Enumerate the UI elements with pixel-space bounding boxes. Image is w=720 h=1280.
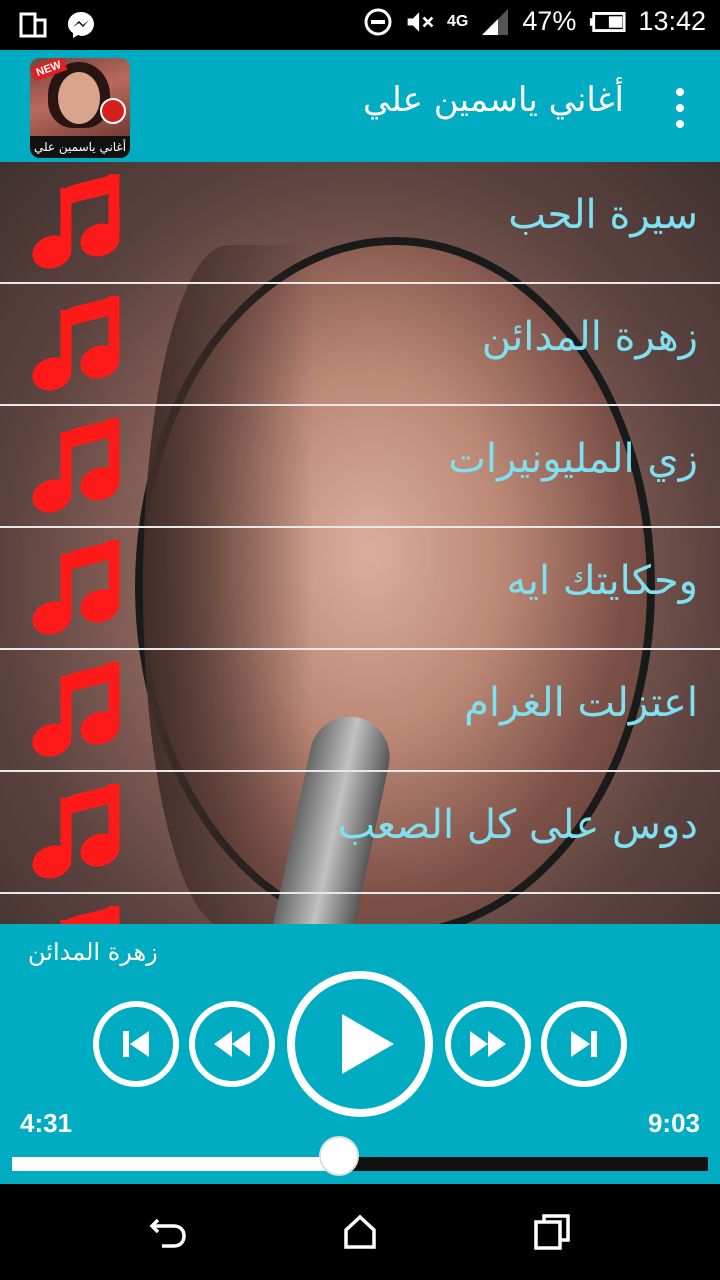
mute-icon [407,11,434,32]
song-row[interactable]: سيرة الحب [0,162,720,284]
song-row[interactable]: اعتزلت الغرام [0,650,720,772]
seek-bar-progress [12,1157,340,1171]
battery-percent: 47% [522,6,577,36]
app-logo: NEW أغاني ياسمين علي [30,58,130,158]
music-note-icon [32,174,120,269]
next-track-button[interactable] [541,1001,627,1087]
fast-forward-icon [470,1031,506,1057]
total-time: 9:03 [647,1108,700,1138]
clock: 13:42 [638,6,706,36]
home-icon[interactable] [340,1212,380,1252]
seek-bar[interactable] [12,1157,708,1171]
overflow-menu-button[interactable] [674,88,686,128]
fast-forward-button[interactable] [445,1001,531,1087]
do-not-disturb-icon [364,8,392,35]
logo-caption: أغاني ياسمين علي [30,136,130,158]
song-list[interactable]: سيرة الحب زهرة المدائن زي المليونيرات وح… [0,162,720,924]
seek-bar-thumb[interactable] [319,1136,360,1176]
previous-track-button[interactable] [93,1001,179,1087]
back-icon[interactable] [148,1212,188,1252]
song-row-partial[interactable] [0,894,720,924]
music-note-icon [32,296,120,391]
song-title: دوس على كل الصعب [337,802,698,848]
recents-icon[interactable] [532,1212,572,1252]
skip-next-icon [571,1031,597,1057]
screen-rotate-icon [19,12,47,38]
current-time: 4:31 [20,1108,73,1138]
song-title: اعتزلت الغرام [464,680,698,726]
more-vert-icon [676,88,684,96]
app-bar: NEW أغاني ياسمين علي أغاني ياسمين علي [0,50,720,162]
song-row[interactable]: زي المليونيرات [0,406,720,528]
battery-icon [590,11,626,32]
music-note-icon [32,784,120,879]
song-row[interactable]: دوس على كل الصعب [0,772,720,894]
music-note-icon [60,906,120,924]
system-nav-bar [0,1184,720,1280]
song-title: سيرة الحب [508,192,698,238]
skip-previous-icon [123,1031,149,1057]
messenger-icon [68,12,94,38]
app-title: أغاني ياسمين علي [363,80,624,120]
song-title: وحكايتك ايه [506,558,698,604]
status-bar: 4G 47% 13:42 [0,0,720,50]
play-icon [342,1014,394,1074]
rewind-icon [214,1031,250,1057]
4g-signal-icon [482,8,509,35]
song-title: زهرة المدائن [481,314,698,360]
now-playing-title: زهرة المدائن [28,938,158,966]
play-button[interactable] [287,971,433,1117]
music-note-icon [32,540,120,635]
song-row[interactable]: وحكايتك ايه [0,528,720,650]
network-type: 4G [447,12,469,30]
song-title: زي المليونيرات [448,436,698,482]
song-row[interactable]: زهرة المدائن [0,284,720,406]
player-panel: زهرة المدائن 4:31 9:03 [0,924,720,1184]
music-note-icon [32,418,120,513]
music-note-icon [32,662,120,757]
rewind-button[interactable] [189,1001,275,1087]
